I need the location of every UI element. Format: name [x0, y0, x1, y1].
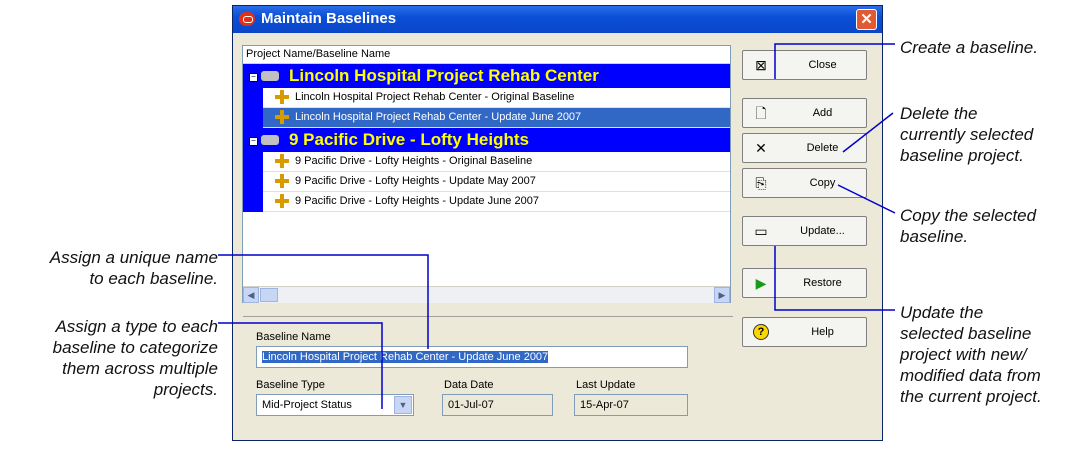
scroll-left-icon[interactable]: ◀ — [243, 287, 259, 303]
collapse-icon[interactable]: − — [249, 137, 258, 146]
baseline-name-field[interactable]: Lincoln Hospital Project Rehab Center - … — [256, 346, 688, 368]
baseline-name: 9 Pacific Drive - Lofty Heights - Origin… — [295, 155, 533, 167]
chevron-down-icon[interactable]: ▼ — [394, 396, 412, 414]
baseline-icon — [275, 154, 289, 168]
callout-create: Create a baseline. — [900, 38, 1038, 57]
app-logo-icon — [239, 12, 255, 26]
scroll-thumb[interactable] — [260, 288, 278, 302]
scroll-right-icon[interactable]: ▶ — [714, 287, 730, 303]
x-icon: ✕ — [755, 140, 767, 156]
baselines-grid: Project Name/Baseline Name − Lincoln Hos… — [242, 45, 731, 303]
baseline-icon — [275, 110, 289, 124]
callout-unique-name: Assign a unique name to each baseline. — [49, 248, 218, 288]
callout-baseline-type: Assign a type to each baseline to catego… — [52, 317, 218, 399]
baseline-name: Lincoln Hospital Project Rehab Center - … — [295, 111, 582, 123]
update-button[interactable]: ▭ Update... — [742, 216, 867, 246]
help-icon: ? — [753, 324, 769, 340]
play-icon: ▶ — [755, 275, 767, 291]
baseline-cell[interactable]: 9 Pacific Drive - Lofty Heights - Update… — [263, 172, 730, 192]
baseline-type-label: Baseline Type — [256, 379, 325, 391]
collapse-icon[interactable]: − — [249, 73, 258, 82]
baseline-name: 9 Pacific Drive - Lofty Heights - Update… — [295, 175, 536, 187]
last-update-field: 15-Apr-07 — [574, 394, 688, 416]
restore-button[interactable]: ▶ Restore — [742, 268, 867, 298]
baseline-row[interactable]: Lincoln Hospital Project Rehab Center - … — [243, 88, 730, 108]
project-icon — [261, 71, 279, 81]
delete-button[interactable]: ✕ Delete — [742, 133, 867, 163]
close-window-icon: ⊠ — [755, 57, 767, 73]
copy-icon: ⎘ — [755, 175, 767, 191]
project-row[interactable]: − 9 Pacific Drive - Lofty Heights — [243, 128, 730, 152]
callout-update: Update the selected baseline project wit… — [900, 303, 1042, 406]
baseline-name-label: Baseline Name — [256, 331, 331, 343]
baseline-row[interactable]: 9 Pacific Drive - Lofty Heights - Origin… — [243, 152, 730, 172]
baseline-row[interactable]: 9 Pacific Drive - Lofty Heights - Update… — [243, 192, 730, 212]
callout-copy: Copy the selected baseline. — [900, 206, 1037, 246]
baseline-type-select[interactable]: Mid-Project Status ▼ — [256, 394, 414, 416]
project-name: 9 Pacific Drive - Lofty Heights — [289, 130, 529, 149]
window-title: Maintain Baselines — [261, 10, 397, 27]
baseline-row[interactable]: 9 Pacific Drive - Lofty Heights - Update… — [243, 172, 730, 192]
new-document-icon: 🗋 — [755, 105, 767, 121]
baseline-icon — [275, 174, 289, 188]
baseline-details-panel: Baseline Name Lincoln Hospital Project R… — [243, 316, 733, 431]
baseline-name: Lincoln Hospital Project Rehab Center - … — [295, 91, 575, 103]
baseline-row-selected[interactable]: Lincoln Hospital Project Rehab Center - … — [243, 108, 730, 128]
title-bar[interactable]: Maintain Baselines ✕ — [233, 6, 882, 33]
baseline-icon — [275, 194, 289, 208]
close-button[interactable]: ⊠ Close — [742, 50, 867, 80]
grid-column-header[interactable]: Project Name/Baseline Name — [243, 46, 730, 64]
project-icon — [261, 135, 279, 145]
data-date-label: Data Date — [444, 379, 494, 391]
help-button[interactable]: ? Help — [742, 317, 867, 347]
baseline-cell[interactable]: 9 Pacific Drive - Lofty Heights - Origin… — [263, 152, 730, 172]
update-icon: ▭ — [754, 223, 768, 239]
baseline-icon — [275, 90, 289, 104]
maintain-baselines-dialog: Maintain Baselines ✕ Project Name/Baseli… — [232, 5, 883, 441]
baseline-cell[interactable]: 9 Pacific Drive - Lofty Heights - Update… — [263, 192, 730, 212]
window-close-button[interactable]: ✕ — [856, 9, 877, 30]
project-name: Lincoln Hospital Project Rehab Center — [289, 66, 599, 85]
callout-delete: Delete the currently selected baseline p… — [900, 104, 1034, 165]
add-button[interactable]: 🗋 Add — [742, 98, 867, 128]
baseline-cell[interactable]: Lincoln Hospital Project Rehab Center - … — [263, 108, 730, 128]
horizontal-scrollbar[interactable]: ◀ ▶ — [243, 286, 730, 303]
project-row[interactable]: − Lincoln Hospital Project Rehab Center — [243, 64, 730, 88]
last-update-label: Last Update — [576, 379, 636, 391]
baseline-name: 9 Pacific Drive - Lofty Heights - Update… — [295, 195, 539, 207]
copy-button[interactable]: ⎘ Copy — [742, 168, 867, 198]
data-date-field: 01-Jul-07 — [442, 394, 553, 416]
baseline-cell[interactable]: Lincoln Hospital Project Rehab Center - … — [263, 88, 730, 108]
